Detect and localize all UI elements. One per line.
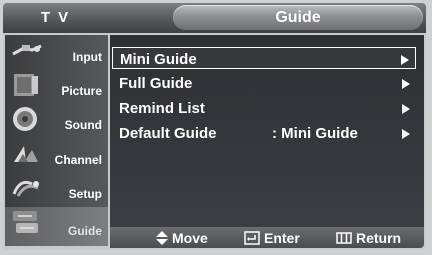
arrow-right-icon: [402, 129, 410, 139]
sidebar-item-label: Picture: [61, 84, 102, 98]
sound-icon: [10, 106, 44, 132]
sidebar-item-sound[interactable]: Sound: [5, 103, 108, 137]
sidebar: Input Picture Sound Channel Setup Guide: [5, 35, 108, 246]
sidebar-item-label: Setup: [68, 187, 102, 201]
sidebar-item-setup[interactable]: Setup: [5, 172, 108, 206]
menu-item-mini-guide[interactable]: Mini Guide: [112, 47, 416, 69]
up-down-arrow-icon: [156, 230, 168, 245]
arrow-right-icon: [402, 104, 410, 114]
menu-title: Guide: [275, 9, 321, 26]
sidebar-item-channel[interactable]: Channel: [5, 138, 108, 172]
menu-item-label: Default Guide: [119, 125, 217, 142]
picture-icon: [10, 72, 44, 98]
sidebar-item-label: Input: [72, 50, 102, 64]
guide-menu-panel: Mini Guide Full Guide Remind List Defaul…: [110, 35, 424, 227]
menu-item-label: Mini Guide: [120, 51, 197, 68]
menu-item-label: Full Guide: [119, 75, 193, 92]
menu-item-label: Remind List: [119, 100, 205, 117]
menu-header: T V Guide: [3, 3, 426, 33]
menu-item-remind-list[interactable]: Remind List: [112, 97, 416, 119]
input-icon: [10, 38, 44, 64]
move-hint: Move: [156, 229, 208, 246]
return-label: Return: [356, 229, 402, 246]
return-hint: Return: [336, 229, 401, 246]
arrow-right-icon: [401, 55, 409, 65]
device-title: T V: [40, 9, 71, 26]
sidebar-item-guide[interactable]: Guide: [5, 207, 108, 246]
sidebar-item-input[interactable]: Input: [5, 35, 108, 69]
enter-hint: Enter: [244, 229, 300, 246]
menu-title-pill: Guide: [173, 5, 423, 30]
setup-icon: [10, 175, 44, 201]
menu-item-default-guide[interactable]: Default Guide : Mini Guide: [112, 122, 416, 144]
sidebar-item-label: Channel: [54, 153, 102, 167]
tv-menu-frame: T V Guide Input Picture Sound Channel Se…: [3, 3, 426, 250]
menu-item-value: : Mini Guide: [272, 125, 358, 142]
enter-icon: [244, 230, 260, 245]
channel-icon: [10, 141, 44, 167]
sidebar-item-picture[interactable]: Picture: [5, 69, 108, 103]
sidebar-item-label: Sound: [64, 118, 102, 132]
move-label: Move: [172, 229, 208, 246]
menu-icon: [336, 231, 352, 244]
guide-icon: [10, 210, 44, 236]
help-bar: Move Enter Return: [110, 227, 424, 248]
arrow-right-icon: [402, 79, 410, 89]
menu-item-full-guide[interactable]: Full Guide: [112, 72, 416, 94]
enter-label: Enter: [264, 229, 300, 246]
sidebar-item-label: Guide: [67, 224, 102, 238]
